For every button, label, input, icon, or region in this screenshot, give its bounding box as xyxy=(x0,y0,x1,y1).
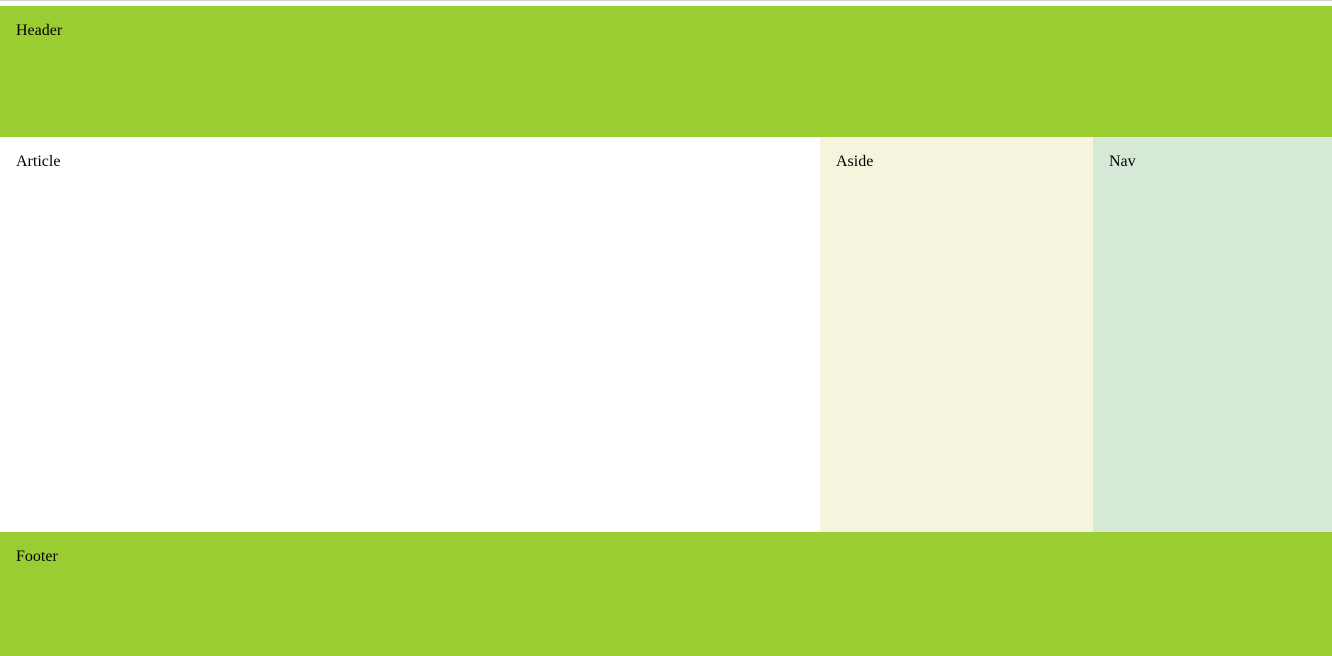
aside-label: Aside xyxy=(836,153,874,170)
nav-section: Nav xyxy=(1093,137,1332,532)
article-section: Article xyxy=(0,137,820,532)
aside-section: Aside xyxy=(820,137,1093,532)
main-content: Article Aside Nav xyxy=(0,137,1332,532)
page-footer: Footer xyxy=(0,532,1332,656)
header-label: Header xyxy=(16,22,63,39)
footer-label: Footer xyxy=(16,548,58,565)
page-header: Header xyxy=(0,6,1332,137)
nav-label: Nav xyxy=(1109,153,1136,170)
article-label: Article xyxy=(16,153,61,170)
page: Header Article Aside Nav Footer xyxy=(0,0,1332,656)
